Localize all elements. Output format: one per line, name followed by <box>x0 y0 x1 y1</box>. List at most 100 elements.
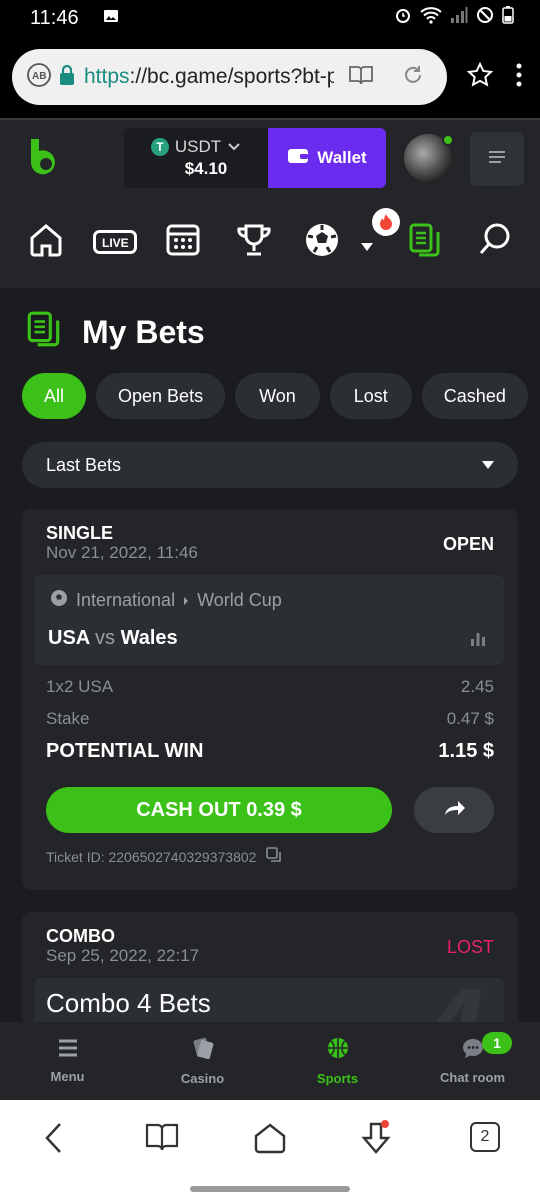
calendar-icon[interactable] <box>166 222 200 261</box>
bet-card[interactable]: COMBO Sep 25, 2022, 22:17 LOST 4 Combo 4… <box>22 912 518 1022</box>
online-status-dot <box>442 134 454 146</box>
downloads-icon[interactable] <box>358 1118 398 1161</box>
nav-casino[interactable]: Casino <box>135 1022 270 1100</box>
league-name: International <box>76 590 176 610</box>
nav-menu-label: Menu <box>50 1069 85 1084</box>
tab-all[interactable]: All <box>22 373 87 419</box>
share-arrow-icon <box>442 799 466 822</box>
site-menu-button[interactable] <box>470 132 524 186</box>
wallet-icon <box>287 147 309 170</box>
svg-text:AB: AB <box>32 71 46 82</box>
search-icon[interactable] <box>478 222 512 261</box>
stake-label: Stake <box>46 709 90 728</box>
currency-label: USDT <box>174 137 222 156</box>
nav-chat-label: Chat room <box>440 1070 505 1085</box>
alarm-icon <box>394 6 412 30</box>
more-options-icon[interactable] <box>515 62 523 93</box>
nav-menu[interactable]: Menu <box>0 1022 135 1100</box>
dropdown-caret-icon <box>482 461 494 469</box>
gesture-handle[interactable] <box>190 1186 350 1192</box>
nav-sports-label: Sports <box>316 1071 359 1086</box>
reader-mode-icon[interactable] <box>348 64 374 91</box>
bet-date: Sep 25, 2022, 22:17 <box>46 946 200 965</box>
chat-unread-badge: 1 <box>482 1032 512 1054</box>
my-bets-icon[interactable] <box>408 222 442 265</box>
wifi-icon <box>420 6 442 30</box>
tab-switcher-button[interactable]: 2 <box>470 1122 500 1152</box>
competition-name: World Cup <box>197 590 282 610</box>
address-bar[interactable]: AB https://bc.game/sports?bt-pa <box>12 49 447 105</box>
site-header: T USDT $4.10 Wallet <box>0 118 540 198</box>
combo-watermark: 4 <box>423 978 484 1022</box>
reload-icon[interactable] <box>402 64 424 91</box>
chevron-down-icon <box>227 137 241 157</box>
caret-down-icon[interactable] <box>361 238 373 256</box>
ad-block-icon[interactable]: AB <box>26 62 52 93</box>
clock: 11:46 <box>30 6 79 29</box>
combo-title: Combo 4 Bets <box>46 988 211 1018</box>
share-button[interactable] <box>414 787 494 833</box>
soccer-ball-icon[interactable] <box>304 222 340 263</box>
potential-win-row: POTENTIAL WIN 1.15 $ <box>46 740 494 763</box>
market-label: 1x2 USA <box>46 677 114 696</box>
app-bottom-nav: Menu Casino Sports Chat room 1 <box>0 1022 540 1100</box>
home-house-icon[interactable] <box>253 1122 287 1159</box>
stats-icon[interactable] <box>470 631 486 652</box>
trophy-icon[interactable] <box>236 222 272 263</box>
stake-row: Stake 0.47 $ <box>46 709 494 729</box>
live-icon[interactable]: LIVE <box>93 230 137 259</box>
bcgame-logo-icon[interactable] <box>28 137 64 181</box>
match-box[interactable]: International World Cup USA vs Wales <box>34 575 504 665</box>
menu-lines-icon <box>487 149 507 170</box>
bet-date: Nov 21, 2022, 11:46 <box>46 543 198 562</box>
potential-win-value: 1.15 $ <box>438 740 494 762</box>
combo-box[interactable]: 4 Combo 4 Bets <box>34 978 504 1022</box>
period-dropdown[interactable]: Last Bets <box>22 442 518 488</box>
nav-sports[interactable]: Sports <box>270 1022 405 1100</box>
url-text[interactable]: https://bc.game/sports?bt-pa <box>84 65 334 89</box>
usdt-coin-icon: T <box>150 138 169 156</box>
bet-card[interactable]: SINGLE Nov 21, 2022, 11:46 OPEN Internat… <box>22 509 518 890</box>
do-not-disturb-icon <box>476 6 494 30</box>
svg-text:LIVE: LIVE <box>102 236 129 250</box>
bookmark-star-icon[interactable] <box>466 61 494 93</box>
odds-value: 2.45 <box>460 677 494 696</box>
tab-open-bets[interactable]: Open Bets <box>96 373 226 419</box>
lock-icon <box>58 64 76 91</box>
back-icon[interactable] <box>44 1122 64 1159</box>
soccer-ball-small-icon <box>50 589 68 612</box>
bet-filter-tabs: All Open Bets Won Lost Cashed <box>22 373 540 419</box>
potential-win-label: POTENTIAL WIN <box>46 740 204 762</box>
signal-icon <box>450 6 468 30</box>
cash-out-button[interactable]: CASH OUT 0.39 $ <box>46 787 392 833</box>
sports-nav: LIVE <box>0 198 540 288</box>
bet-type: COMBO <box>46 926 115 946</box>
system-navigation-bar: 2 <box>0 1100 540 1200</box>
market-row: 1x2 USA 2.45 <box>46 677 494 697</box>
my-bets-page: My Bets All Open Bets Won Lost Cashed La… <box>0 288 540 1022</box>
balance-selector[interactable]: T USDT $4.10 <box>124 128 268 188</box>
bet-status: LOST <box>446 937 494 957</box>
status-bar: 11:46 <box>0 0 540 36</box>
copy-icon[interactable] <box>266 847 282 866</box>
page-title: My Bets <box>82 314 205 350</box>
tab-cashed[interactable]: Cashed <box>421 373 528 419</box>
tab-won[interactable]: Won <box>235 373 320 419</box>
tab-lost[interactable]: Lost <box>329 373 412 419</box>
wallet-label: Wallet <box>317 148 367 167</box>
my-bets-title-icon <box>26 310 62 355</box>
basketball-icon <box>326 1036 350 1063</box>
hot-fire-icon[interactable] <box>372 208 400 236</box>
battery-icon <box>502 6 514 30</box>
ticket-id: Ticket ID: 2206502740329373802 <box>46 848 257 865</box>
avatar[interactable] <box>404 134 454 182</box>
home-icon[interactable] <box>28 222 64 263</box>
wallet-button[interactable]: Wallet <box>268 128 386 188</box>
nav-chat-room[interactable]: Chat room 1 <box>405 1022 540 1100</box>
match-teams: USA vs Wales <box>48 627 178 649</box>
menu-icon <box>57 1038 79 1061</box>
bookmarks-book-icon[interactable] <box>145 1122 179 1157</box>
bet-type: SINGLE <box>46 523 114 543</box>
browser-toolbar: AB https://bc.game/sports?bt-pa <box>0 36 540 118</box>
period-selected: Last Bets <box>46 454 122 475</box>
